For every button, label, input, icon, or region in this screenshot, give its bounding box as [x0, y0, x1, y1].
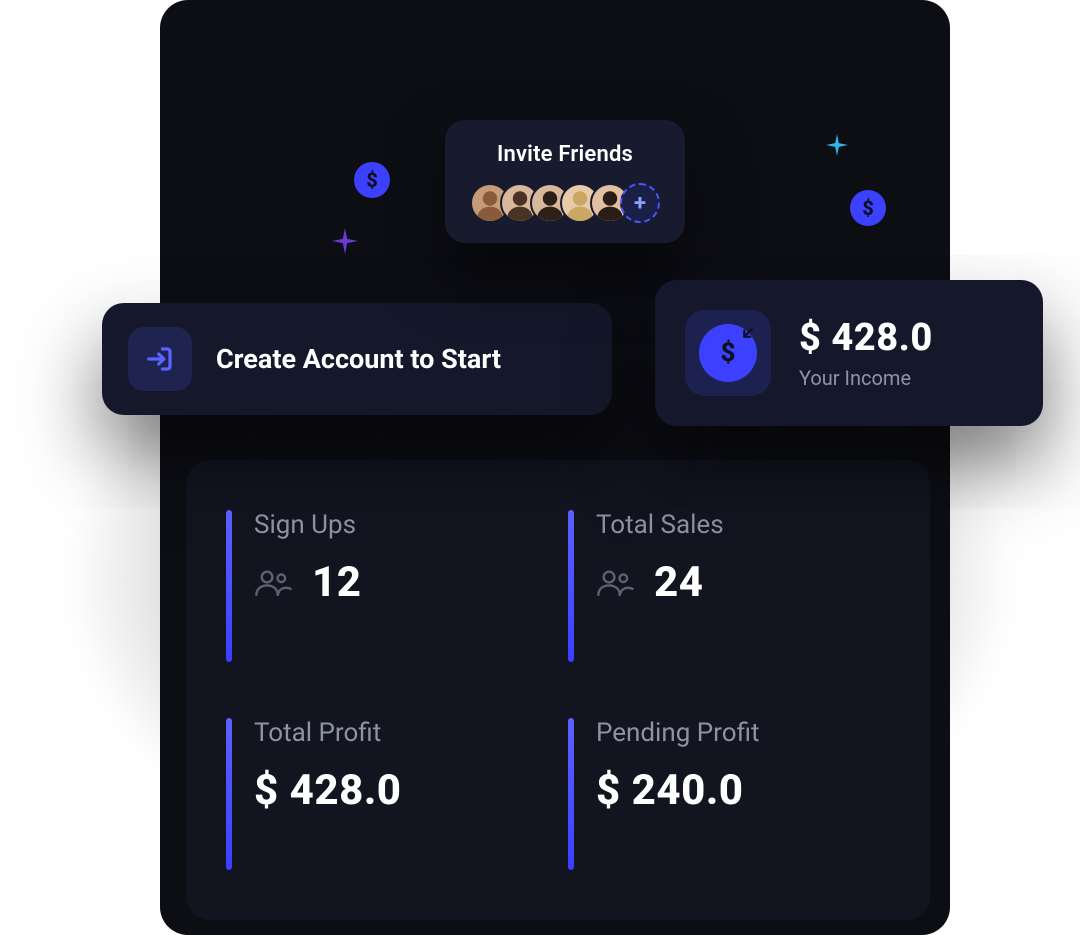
add-friend-button[interactable]: +	[620, 183, 660, 223]
people-icon	[596, 568, 634, 598]
stat-label: Sign Ups	[254, 510, 361, 540]
invite-avatar-row: +	[469, 183, 661, 223]
accent-bar	[226, 510, 232, 662]
stat-total-profit: Total Profit $ 428.0	[226, 718, 548, 870]
stat-pending-profit: Pending Profit $ 240.0	[568, 718, 890, 870]
accent-bar	[226, 718, 232, 870]
income-icon	[685, 310, 771, 396]
stats-panel: Sign Ups 12 Total Sales	[186, 460, 930, 920]
income-value: $ 428.0	[799, 316, 933, 360]
accent-bar	[568, 510, 574, 662]
invite-friends-card[interactable]: Invite Friends +	[445, 120, 685, 243]
stat-label: Total Profit	[254, 718, 402, 748]
stat-value: 24	[654, 558, 703, 607]
stat-value: 12	[312, 558, 361, 607]
stat-total-sales: Total Sales 24	[568, 510, 890, 662]
people-icon	[254, 568, 292, 598]
login-icon	[128, 327, 192, 391]
invite-title: Invite Friends	[469, 142, 661, 167]
plus-icon: +	[634, 191, 646, 216]
accent-bar	[568, 718, 574, 870]
stat-value: $ 428.0	[254, 766, 402, 815]
stat-label: Total Sales	[596, 510, 724, 540]
income-card[interactable]: $ 428.0 Your Income	[655, 280, 1043, 426]
income-label: Your Income	[799, 366, 933, 390]
create-account-label: Create Account to Start	[216, 343, 501, 375]
stat-value: $ 240.0	[596, 766, 744, 815]
stat-sign-ups: Sign Ups 12	[226, 510, 548, 662]
create-account-card[interactable]: Create Account to Start	[102, 303, 612, 415]
stat-label: Pending Profit	[596, 718, 759, 748]
